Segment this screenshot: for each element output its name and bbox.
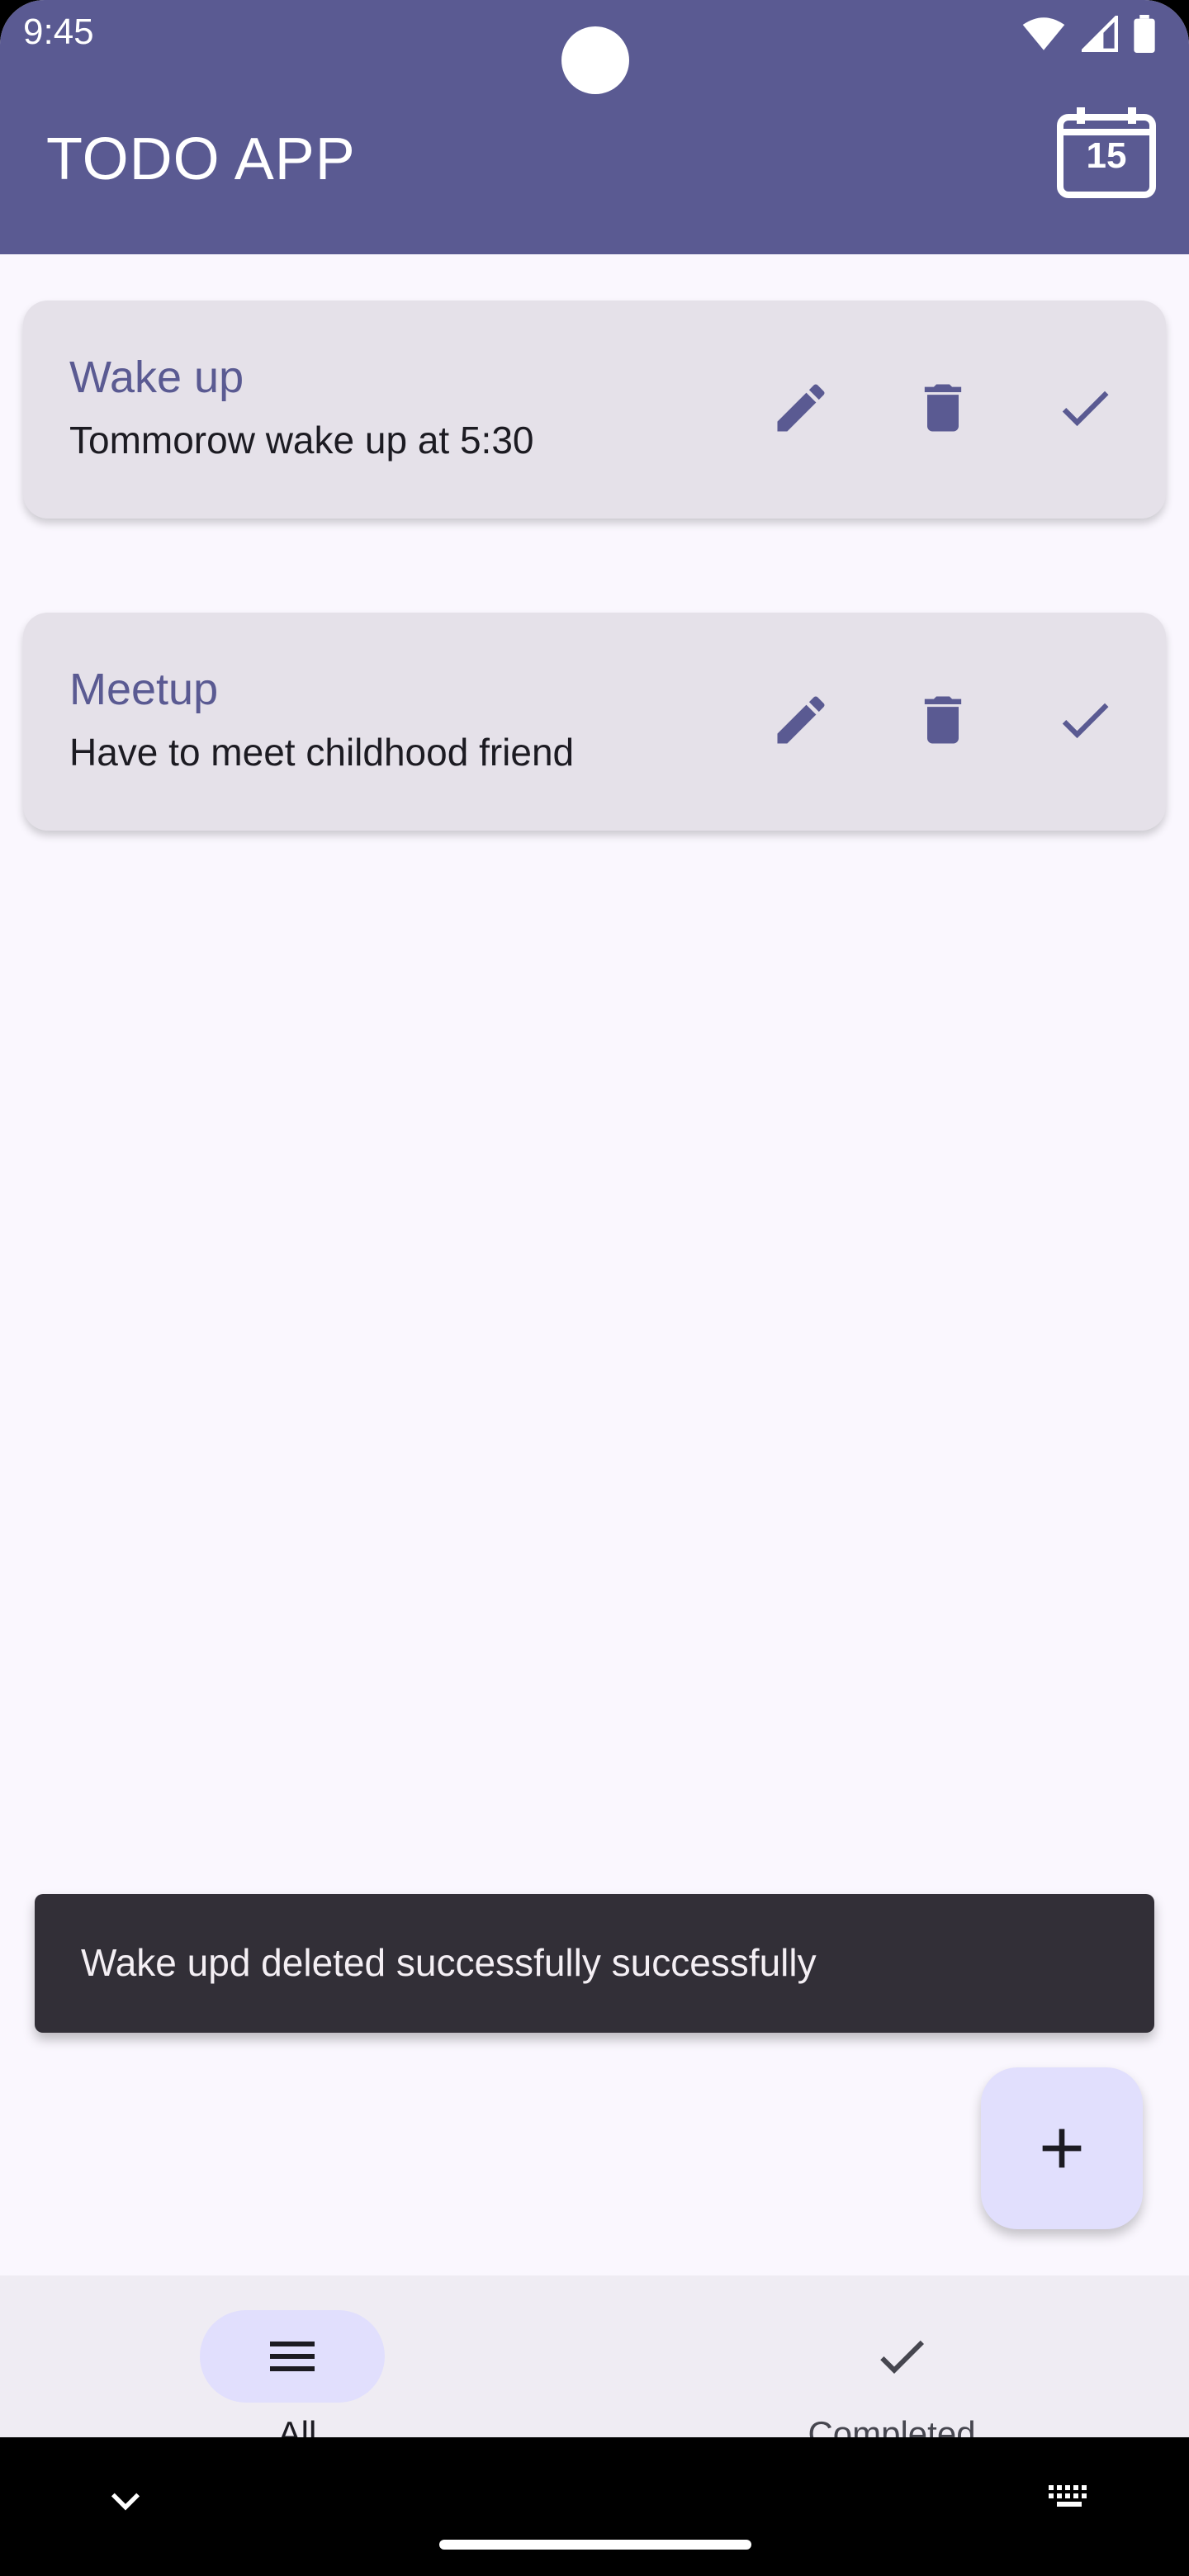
app-screen: 9:45 TODO APP 15 Wake up Tommorow wake u…	[0, 0, 1189, 2576]
app-title: TODO APP	[46, 126, 356, 192]
nav-label-completed: Completed	[808, 2414, 976, 2437]
todo-card[interactable]: Wake up Tommorow wake up at 5:30	[23, 301, 1166, 519]
todo-actions	[770, 689, 1116, 751]
calendar-day: 15	[1086, 135, 1127, 176]
todo-card[interactable]: Meetup Have to meet childhood friend	[23, 613, 1166, 831]
camera-cutout	[561, 26, 629, 94]
bottom-navigation: All Completed	[0, 2275, 1189, 2437]
nav-item-all[interactable]: All	[0, 2275, 594, 2437]
check-icon	[880, 2340, 924, 2374]
nav-item-completed[interactable]: Completed	[594, 2275, 1189, 2437]
menu-icon	[270, 2342, 315, 2371]
edit-icon[interactable]	[770, 689, 832, 751]
todo-actions	[770, 376, 1116, 439]
wifi-icon	[1022, 17, 1065, 50]
snackbar: Wake upd deleted successfully successful…	[35, 1894, 1154, 2033]
signal-icon	[1082, 16, 1118, 52]
battery-icon	[1134, 15, 1155, 53]
chevron-down-icon[interactable]	[104, 2479, 147, 2522]
todo-title: Meetup	[69, 665, 219, 714]
delete-icon[interactable]	[912, 376, 974, 439]
todo-description: Tommorow wake up at 5:30	[69, 419, 534, 462]
status-time: 9:45	[23, 12, 94, 52]
todo-description: Have to meet childhood friend	[69, 731, 575, 774]
home-handle[interactable]	[439, 2540, 751, 2550]
plus-icon	[1042, 2129, 1082, 2168]
check-icon[interactable]	[1054, 689, 1116, 751]
add-todo-button[interactable]	[981, 2067, 1143, 2229]
calendar-button[interactable]: 15	[1057, 106, 1156, 198]
system-navigation-bar	[0, 2437, 1189, 2576]
top-app-bar: 9:45 TODO APP 15	[0, 0, 1189, 254]
check-icon[interactable]	[1054, 376, 1116, 439]
keyboard-icon[interactable]	[1044, 2470, 1097, 2523]
edit-icon[interactable]	[770, 376, 832, 439]
snackbar-message: Wake upd deleted successfully successful…	[81, 1941, 817, 1984]
status-icons	[1021, 15, 1156, 53]
nav-label-all: All	[277, 2414, 317, 2437]
todo-title: Wake up	[69, 353, 244, 402]
delete-icon[interactable]	[912, 689, 974, 751]
